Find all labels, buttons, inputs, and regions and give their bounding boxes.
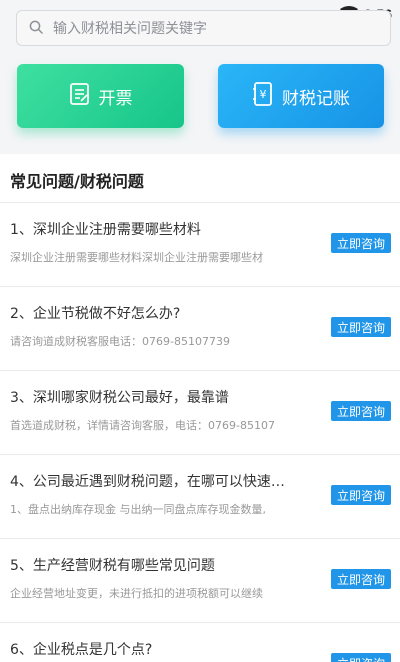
search-input[interactable]: 输入财税相关问题关键字 (16, 10, 391, 46)
yen-ledger-icon: ¥ (252, 81, 274, 112)
faq-answer-preview: 深圳企业注册需要哪些材料深圳企业注册需要哪些材 (10, 251, 263, 264)
faq-question: 2、企业节税做不好怎么办? (10, 306, 181, 322)
faq-question: 1、深圳企业注册需要哪些材料 (10, 222, 201, 238)
consult-button[interactable]: 立即咨询 (331, 569, 391, 589)
svg-text:¥: ¥ (260, 88, 267, 101)
consult-button[interactable]: 立即咨询 (331, 653, 391, 662)
faq-item[interactable]: 4、公司最近遇到财税问题，在哪可以快速… 1、盘点出纳库存现金 与出纳一同盘点库… (0, 455, 400, 539)
faq-item[interactable]: 3、深圳哪家财税公司最好，最靠谱 首选道成财税，详情请咨询客服，电话：0769-… (0, 371, 400, 455)
consult-button[interactable]: 立即咨询 (331, 485, 391, 505)
faq-item[interactable]: 6、企业税点是几个点? 立即咨询 (0, 623, 400, 662)
faq-item[interactable]: 5、生产经营财税有哪些常见问题 企业经营地址变更，未进行抵扣的进项税额可以继续 … (0, 539, 400, 623)
search-placeholder: 输入财税相关问题关键字 (53, 21, 207, 37)
invoice-button[interactable]: 开票 (17, 64, 184, 128)
search-icon (29, 19, 43, 38)
consult-button[interactable]: 立即咨询 (331, 233, 391, 253)
consult-button[interactable]: 立即咨询 (331, 317, 391, 337)
tax-bookkeeping-button[interactable]: ¥ 财税记账 (218, 64, 384, 128)
invoice-doc-icon (69, 82, 91, 111)
faq-answer-preview: 首选道成财税，详情请咨询客服，电话：0769-85107 (10, 419, 275, 432)
tax-button-label: 财税记账 (282, 88, 350, 109)
faq-question: 5、生产经营财税有哪些常见问题 (10, 558, 215, 574)
faq-answer-preview: 1、盘点出纳库存现金 与出纳一同盘点库存现金数量, (10, 503, 266, 516)
faq-question: 3、深圳哪家财税公司最好，最靠谱 (10, 390, 229, 406)
faq-answer-preview: 请咨询道成财税客服电话：0769-85107739 (10, 335, 230, 348)
faq-question: 6、企业税点是几个点? (10, 642, 153, 658)
invoice-button-label: 开票 (98, 88, 133, 109)
faq-answer-preview: 企业经营地址变更，未进行抵扣的进项税额可以继续 (10, 587, 263, 600)
faq-section: 常见问题/财税问题 1、深圳企业注册需要哪些材料 深圳企业注册需要哪些材料深圳企… (0, 154, 400, 662)
faq-item[interactable]: 2、企业节税做不好怎么办? 请咨询道成财税客服电话：0769-85107739 … (0, 287, 400, 371)
faq-item[interactable]: 1、深圳企业注册需要哪些材料 深圳企业注册需要哪些材料深圳企业注册需要哪些材 立… (0, 203, 400, 287)
consult-button[interactable]: 立即咨询 (331, 401, 391, 421)
faq-title: 常见问题/财税问题 (10, 172, 144, 191)
faq-question: 4、公司最近遇到财税问题，在哪可以快速… (10, 474, 285, 490)
